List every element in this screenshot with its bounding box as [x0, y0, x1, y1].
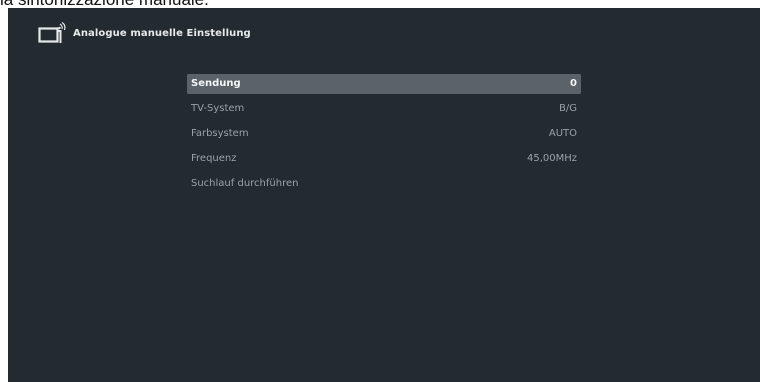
- menu-item-label: Suchlauf durchführen: [191, 178, 299, 189]
- tv-menu-screen: Analogue manuelle Einstellung Sendung 0 …: [8, 8, 760, 382]
- menu-title: Analogue manuelle Einstellung: [73, 27, 251, 39]
- menu-item-value: B/G: [559, 103, 577, 114]
- menu-item-value: 45,00MHz: [526, 153, 577, 164]
- cropped-caption-text: la sintonizzazione manuale.: [0, 0, 760, 8]
- menu-item-label: TV-System: [191, 103, 245, 114]
- menu-item-value: 0: [570, 78, 577, 89]
- menu-item-label: Farbsystem: [191, 128, 249, 139]
- menu-item-frequenz[interactable]: Frequenz 45,00MHz: [187, 149, 581, 174]
- menu-item-suchlauf[interactable]: Suchlauf durchführen: [187, 174, 581, 199]
- menu-item-label: Sendung: [191, 78, 241, 89]
- selection-highlight: [187, 74, 581, 94]
- manual-tuning-menu: Sendung 0 TV-System B/G Farbsystem AUTO …: [187, 74, 581, 199]
- menu-item-tv-system[interactable]: TV-System B/G: [187, 99, 581, 124]
- tv-antenna-icon: [38, 22, 66, 43]
- menu-item-label: Frequenz: [191, 153, 237, 164]
- menu-item-value: AUTO: [548, 128, 577, 139]
- menu-header: Analogue manuelle Einstellung: [38, 22, 251, 44]
- menu-item-farbsystem[interactable]: Farbsystem AUTO: [187, 124, 581, 149]
- menu-item-sendung[interactable]: Sendung 0: [187, 74, 581, 99]
